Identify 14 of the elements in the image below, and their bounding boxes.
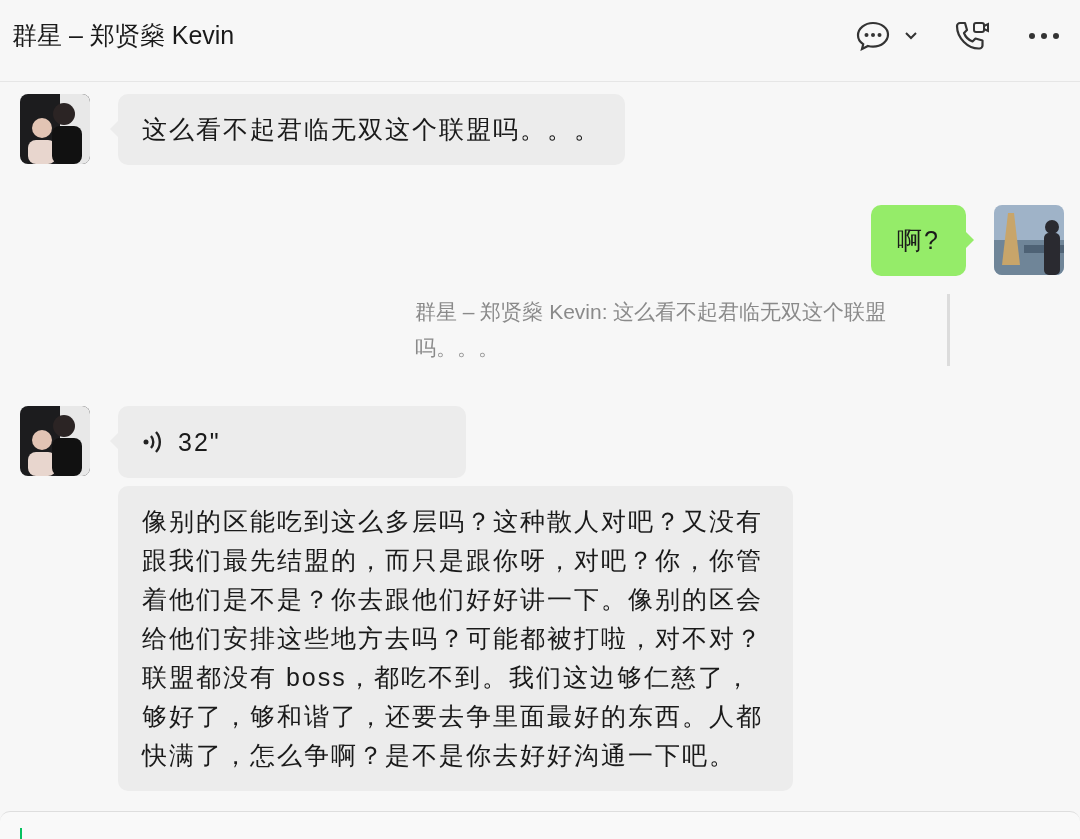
voice-duration: 32" xyxy=(178,426,221,458)
chat-bubble-icon[interactable] xyxy=(856,20,890,51)
quoted-message[interactable]: 群星 – 郑贤燊 Kevin: 这么看不起君临无双这个联盟吗。。。 xyxy=(415,294,950,366)
voice-icon xyxy=(142,429,164,455)
chat-title: 群星 – 郑贤燊 Kevin xyxy=(12,20,235,51)
more-icon[interactable] xyxy=(1028,31,1060,40)
message-input[interactable] xyxy=(0,811,1080,839)
message-bubble[interactable]: 像别的区能吃到这么多层吗？这种散人对吧？又没有跟我们最先结盟的，而只是跟你呀，对吧？你，你管着他们是不是？你去跟他们好好讲一下。像别的区会给他们安排这些地方去吗？可能都被打啦，对不对？联盟都没有 boss，都吃不到。我们这边够仁慈了，够好了，够和谐了，还要去争里面最好的东西。人都快满了，怎么争啊？是不是你去好好沟通一下吧。 xyxy=(118,486,793,791)
video-call-icon[interactable] xyxy=(954,19,990,52)
caret-icon[interactable] xyxy=(904,30,918,41)
bubble-tail-icon xyxy=(966,232,974,248)
message-bubble[interactable]: 啊? xyxy=(871,205,966,276)
voice-message[interactable]: 32" xyxy=(118,406,466,478)
message-bubble[interactable]: 这么看不起君临无双这个联盟吗。。。 xyxy=(118,94,625,165)
